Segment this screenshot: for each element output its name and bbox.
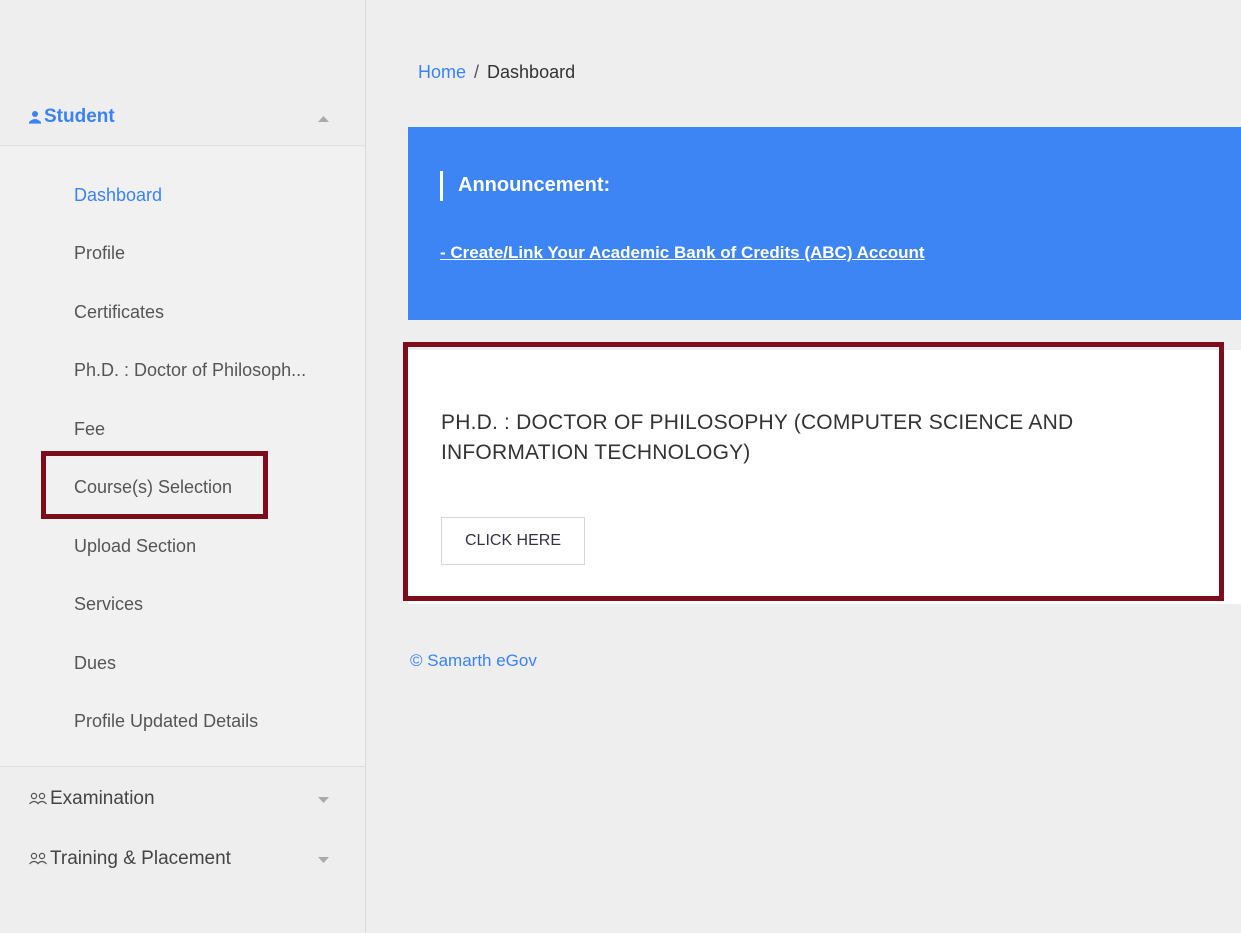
menu-student-label: Student bbox=[44, 105, 115, 127]
user-icon bbox=[28, 110, 42, 124]
breadcrumb-separator: / bbox=[474, 62, 480, 82]
announcement-accent-bar bbox=[440, 171, 443, 201]
footer-copyright[interactable]: © Samarth eGov bbox=[410, 651, 537, 671]
sidebar: Student Dashboard Profile Certificates P… bbox=[0, 0, 366, 933]
menu-training-label: Training & Placement bbox=[50, 848, 231, 869]
sidebar-item-services[interactable]: Services bbox=[74, 592, 143, 616]
menu-training-placement[interactable]: Training & Placement bbox=[0, 831, 365, 887]
users-icon bbox=[28, 792, 48, 806]
sidebar-item-upload-section[interactable]: Upload Section bbox=[74, 534, 196, 558]
menu-student[interactable]: Student bbox=[0, 88, 365, 146]
sidebar-item-dashboard[interactable]: Dashboard bbox=[74, 183, 162, 207]
breadcrumb: Home / Dashboard bbox=[418, 62, 575, 83]
program-card: PH.D. : DOCTOR OF PHILOSOPHY (COMPUTER S… bbox=[408, 350, 1241, 604]
program-heading: PH.D. : DOCTOR OF PHILOSOPHY (COMPUTER S… bbox=[441, 411, 1074, 464]
student-submenu: Dashboard Profile Certificates Ph.D. : D… bbox=[0, 147, 365, 767]
caret-down-icon bbox=[318, 848, 329, 870]
caret-up-icon bbox=[318, 106, 329, 128]
breadcrumb-home[interactable]: Home bbox=[418, 62, 466, 82]
sidebar-item-course-selection[interactable]: Course(s) Selection bbox=[74, 475, 232, 499]
announcement-banner: Announcement: - Create/Link Your Academi… bbox=[408, 127, 1241, 320]
sidebar-item-phd[interactable]: Ph.D. : Doctor of Philosoph... bbox=[74, 358, 306, 382]
menu-examination[interactable]: Examination bbox=[0, 771, 365, 827]
sidebar-item-profile[interactable]: Profile bbox=[74, 241, 125, 265]
breadcrumb-current: Dashboard bbox=[487, 62, 576, 82]
menu-examination-label: Examination bbox=[50, 788, 155, 809]
click-here-button[interactable]: CLICK HERE bbox=[441, 517, 585, 565]
announcement-title: Announcement: bbox=[458, 174, 611, 196]
sidebar-item-fee[interactable]: Fee bbox=[74, 417, 105, 441]
sidebar-item-profile-updated-details[interactable]: Profile Updated Details bbox=[74, 709, 258, 733]
users-icon bbox=[28, 852, 48, 866]
abc-account-link[interactable]: - Create/Link Your Academic Bank of Cred… bbox=[440, 243, 925, 263]
sidebar-item-certificates[interactable]: Certificates bbox=[74, 300, 164, 324]
caret-down-icon bbox=[318, 788, 329, 810]
sidebar-item-dues[interactable]: Dues bbox=[74, 651, 116, 675]
